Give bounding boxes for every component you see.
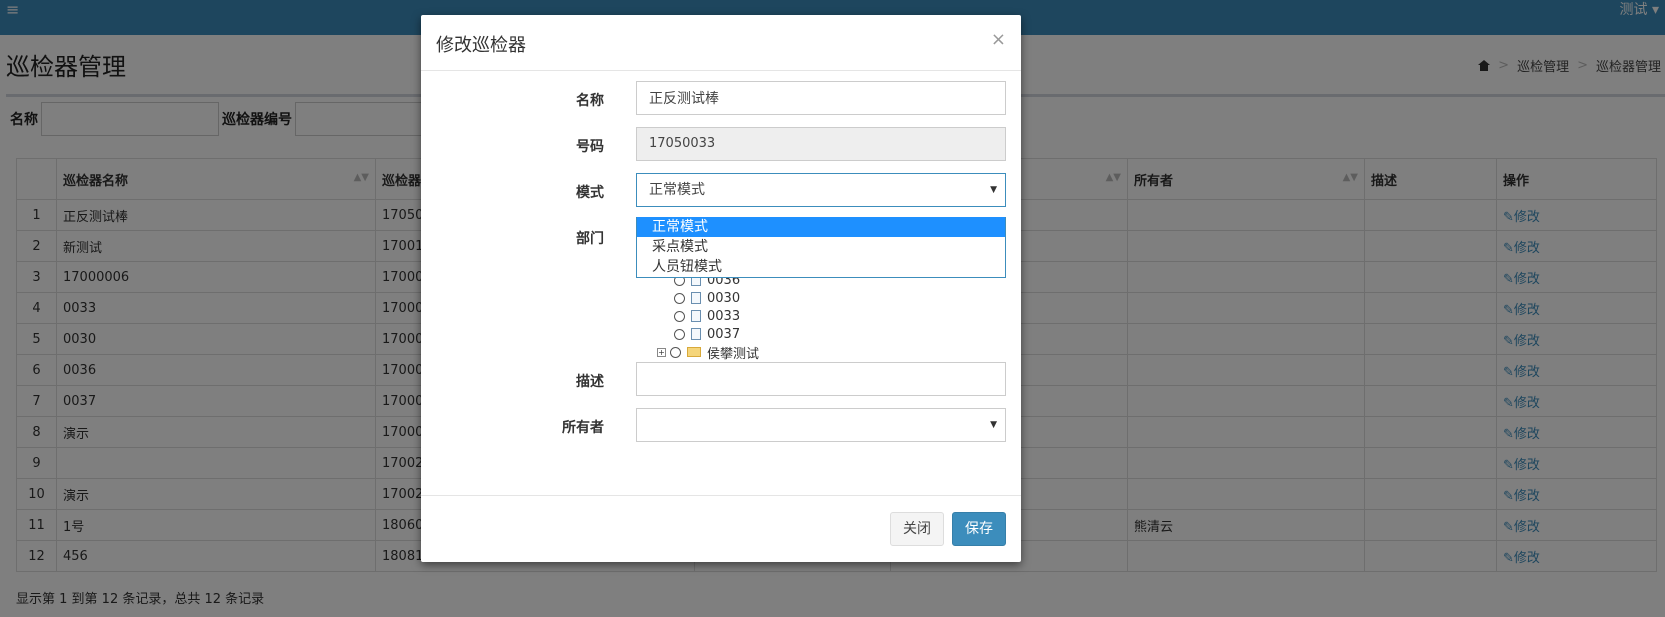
- mode-option[interactable]: 采点模式: [637, 237, 1005, 257]
- name-input[interactable]: [636, 81, 1006, 115]
- close-icon[interactable]: ×: [991, 29, 1006, 50]
- caret-down-icon: ▼: [990, 185, 997, 195]
- close-button[interactable]: 关闭: [890, 512, 944, 546]
- mode-select-value: 正常模式: [649, 182, 705, 198]
- owner-select[interactable]: ▼: [636, 408, 1006, 442]
- number-input: 17050033: [636, 127, 1006, 161]
- mode-label: 模式: [576, 185, 604, 201]
- radio-icon[interactable]: [670, 346, 681, 358]
- mode-option[interactable]: 正常模式: [637, 217, 1005, 237]
- modal-header: 修改巡检器 ×: [421, 15, 1021, 71]
- folder-icon: [687, 347, 701, 357]
- radio-icon[interactable]: [674, 328, 685, 340]
- tree-node[interactable]: 0030: [657, 289, 759, 307]
- file-icon: [691, 292, 701, 304]
- description-input[interactable]: [636, 362, 1006, 396]
- department-tree: 0036 0030 0033 0037 + 侯攀测试: [657, 271, 759, 362]
- owner-label: 所有者: [562, 420, 604, 436]
- tree-node-folder[interactable]: + 侯攀测试: [657, 343, 759, 362]
- tree-node[interactable]: 0037: [657, 325, 759, 343]
- caret-down-icon: ▼: [990, 420, 997, 430]
- expand-icon[interactable]: +: [657, 347, 666, 357]
- file-icon: [691, 328, 701, 340]
- modal-footer: 关闭 保存: [421, 495, 1021, 562]
- save-button[interactable]: 保存: [952, 512, 1006, 546]
- radio-icon[interactable]: [674, 292, 685, 304]
- number-label: 号码: [576, 139, 604, 155]
- name-label: 名称: [576, 93, 604, 109]
- modal-title: 修改巡检器: [436, 35, 526, 56]
- mode-select[interactable]: 正常模式 ▼: [636, 173, 1006, 207]
- edit-inspector-modal: 修改巡检器 × 名称 号码 17050033 模式 正常模式 ▼ 部门 0036…: [421, 15, 1021, 562]
- mode-option[interactable]: 人员钮模式: [637, 257, 1005, 277]
- description-label: 描述: [576, 374, 604, 390]
- tree-node[interactable]: 0033: [657, 307, 759, 325]
- radio-icon[interactable]: [674, 310, 685, 322]
- department-label: 部门: [576, 231, 604, 247]
- mode-dropdown-list: 正常模式 采点模式 人员钮模式: [636, 217, 1006, 278]
- file-icon: [691, 310, 701, 322]
